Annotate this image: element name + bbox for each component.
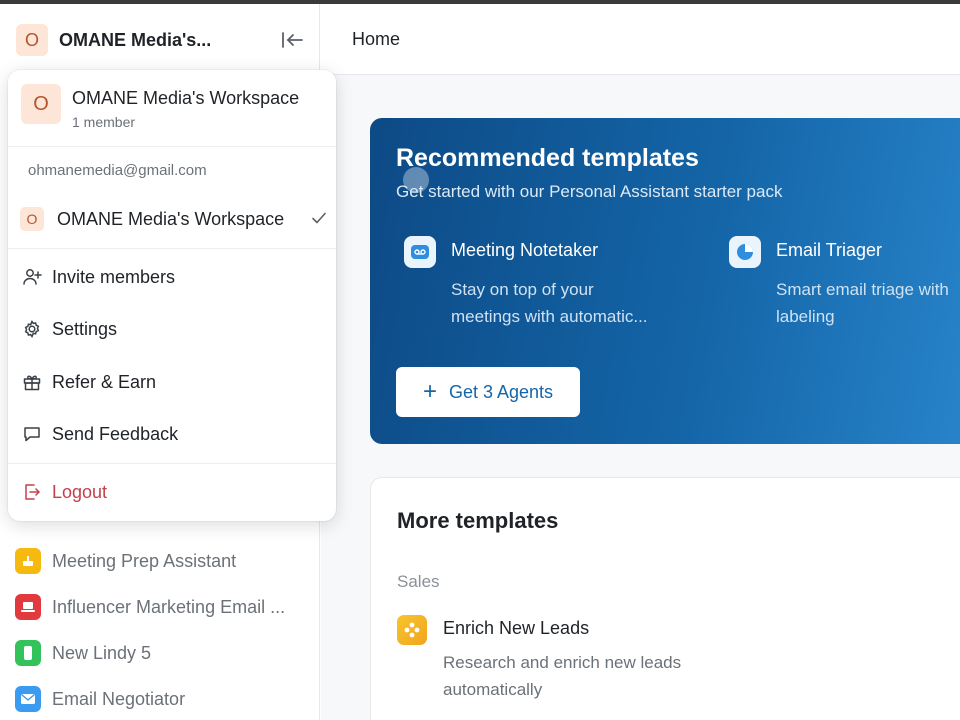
divider bbox=[8, 463, 336, 464]
main-content: Home Recommended templates Get started w… bbox=[321, 4, 960, 720]
check-icon bbox=[312, 212, 326, 224]
agent-label: Email Negotiator bbox=[52, 688, 186, 709]
workspace-option-label: OMANE Media's Workspace bbox=[57, 208, 285, 229]
menu-item-label: Settings bbox=[52, 318, 118, 339]
agent-list: Meeting Prep Assistant Influencer Market… bbox=[15, 538, 305, 720]
menu-item-refer-earn[interactable]: Refer & Earn bbox=[22, 367, 322, 397]
sandwich-icon bbox=[15, 548, 41, 574]
menu-item-send-feedback[interactable]: Send Feedback bbox=[22, 419, 322, 449]
divider bbox=[8, 146, 336, 147]
template-description: Stay on top of your meetings with automa… bbox=[451, 276, 691, 330]
member-count: 1 member bbox=[72, 114, 136, 130]
template-desc-line: meetings with automatic... bbox=[451, 307, 648, 326]
user-plus-icon bbox=[22, 267, 42, 287]
menu-item-label: Logout bbox=[52, 481, 108, 502]
collapse-sidebar-button[interactable] bbox=[280, 28, 306, 52]
envelope-icon bbox=[15, 686, 41, 712]
plus-icon: + bbox=[422, 378, 437, 405]
template-name: Enrich New Leads bbox=[443, 618, 590, 638]
workspace-switcher[interactable]: O OMANE Media's... bbox=[16, 24, 306, 56]
more-templates-title: More templates bbox=[397, 508, 559, 533]
recommended-templates-card: Recommended templates Get started with o… bbox=[370, 118, 960, 444]
template-name: Email Triager bbox=[776, 240, 883, 260]
agent-label: Influencer Marketing Email ... bbox=[52, 596, 286, 617]
menu-item-invite-members[interactable]: Invite members bbox=[22, 262, 322, 292]
workspace-avatar: O bbox=[21, 84, 61, 124]
gift-icon bbox=[22, 372, 42, 392]
workspace-avatar: O bbox=[20, 207, 44, 231]
divider bbox=[8, 248, 336, 249]
menu-item-label: Send Feedback bbox=[52, 423, 179, 444]
agent-label: Meeting Prep Assistant bbox=[52, 550, 237, 571]
workspace-name: OMANE Media's Workspace bbox=[72, 88, 300, 108]
menu-item-settings[interactable]: Settings bbox=[22, 314, 322, 344]
template-desc-line: Stay on top of your bbox=[451, 280, 594, 299]
voicemail-icon bbox=[404, 236, 436, 268]
agent-item-meeting-prep[interactable]: Meeting Prep Assistant bbox=[15, 538, 305, 584]
chat-bubble-icon bbox=[22, 424, 42, 444]
get-agents-button[interactable]: + Get 3 Agents bbox=[396, 367, 580, 417]
breadcrumb: Home bbox=[352, 29, 401, 49]
section-label-sales: Sales bbox=[397, 572, 440, 591]
recommended-subtitle: Get started with our Personal Assistant … bbox=[396, 182, 783, 201]
agent-item-new-lindy-5[interactable]: New Lindy 5 bbox=[15, 630, 305, 676]
agent-label: New Lindy 5 bbox=[52, 642, 152, 663]
template-desc-line: labeling bbox=[776, 307, 835, 326]
template-description: Smart email triage with labeling bbox=[776, 276, 960, 330]
pie-chart-icon bbox=[729, 236, 761, 268]
menu-item-logout[interactable]: Logout bbox=[22, 477, 322, 507]
workspace-menu: O OMANE Media's Workspace 1 member ohman… bbox=[8, 70, 336, 521]
get-agents-label: Get 3 Agents bbox=[448, 381, 554, 402]
main-header: Home bbox=[321, 4, 960, 75]
menu-item-label: Refer & Earn bbox=[52, 371, 157, 392]
agent-item-email-negotiator[interactable]: Email Negotiator bbox=[15, 676, 305, 720]
collapse-sidebar-icon bbox=[282, 32, 303, 48]
gear-icon bbox=[22, 319, 42, 339]
account-email: ohmanemedia@gmail.com bbox=[28, 162, 207, 179]
template-description: Research and enrich new leads automatica… bbox=[443, 653, 682, 699]
workspace-name: OMANE Media's... bbox=[59, 29, 212, 50]
agent-item-influencer-email[interactable]: Influencer Marketing Email ... bbox=[15, 584, 305, 630]
laptop-icon bbox=[15, 594, 41, 620]
template-name: Meeting Notetaker bbox=[451, 240, 599, 260]
workspace-option[interactable]: O OMANE Media's Workspace bbox=[20, 204, 328, 234]
more-templates-card: More templates Sales Enrich New Leads Re… bbox=[370, 477, 960, 720]
workspace-avatar: O bbox=[16, 24, 48, 56]
template-desc-line: Smart email triage with bbox=[776, 280, 949, 299]
logout-icon bbox=[22, 482, 42, 502]
menu-item-label: Invite members bbox=[52, 266, 176, 287]
recommended-title: Recommended templates bbox=[396, 144, 699, 172]
phone-icon bbox=[15, 640, 41, 666]
sparkle-icon bbox=[397, 615, 427, 645]
